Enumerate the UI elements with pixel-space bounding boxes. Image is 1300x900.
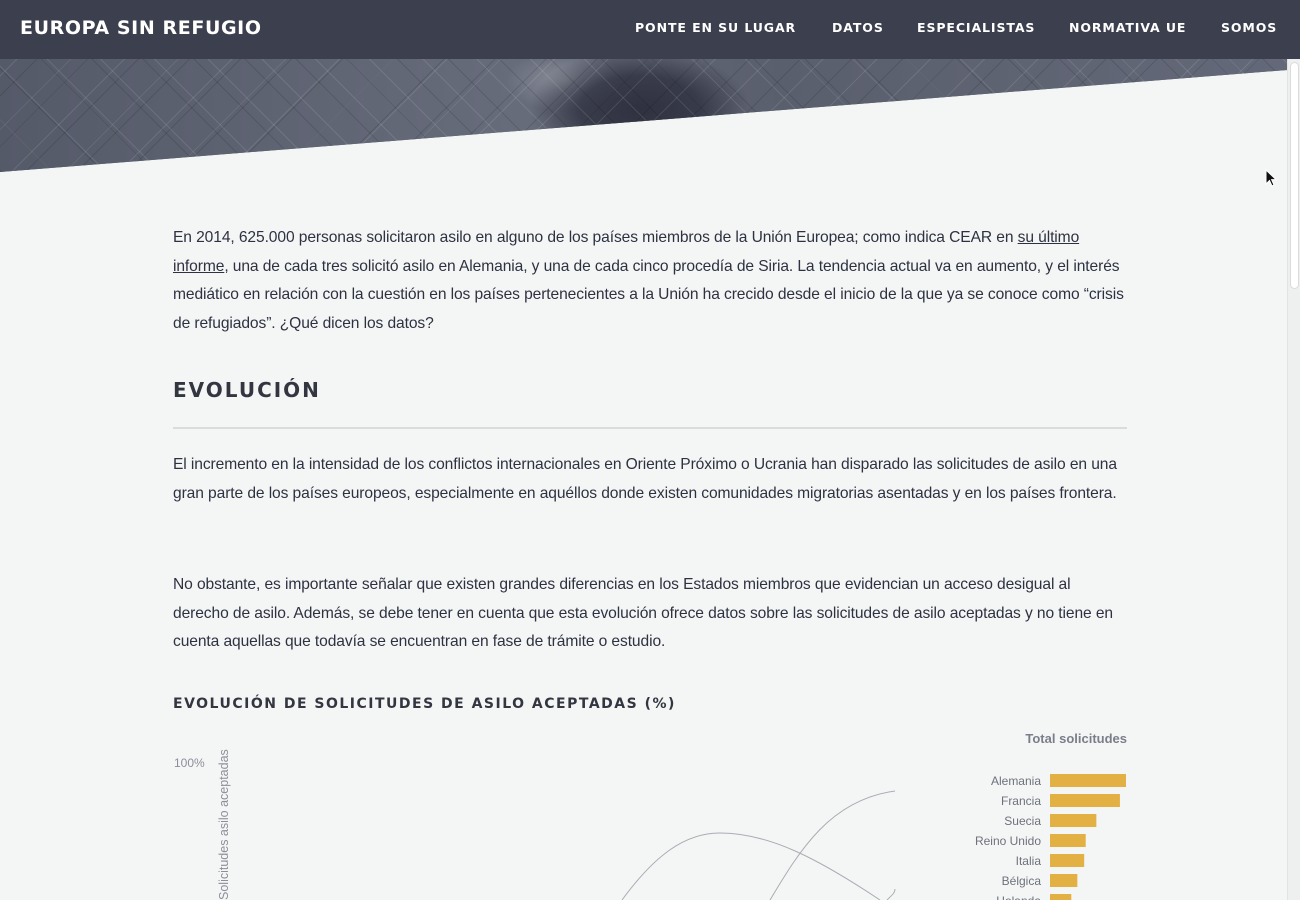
bar[interactable] [1050,894,1072,900]
bar[interactable] [1050,794,1120,807]
bar-label: Bélgica [1002,874,1042,888]
nav-somos[interactable]: SOMOS [1221,19,1277,37]
site-brand[interactable]: EUROPA SIN REFUGIO [20,15,262,41]
nav-especialistas[interactable]: ESPECIALISTAS [917,19,1035,37]
bar-label: Italia [1016,854,1042,868]
y-axis-label: Solicitudes asilo aceptadas [217,749,231,900]
bar[interactable] [1050,854,1085,867]
page-scrollbar[interactable] [1287,59,1300,900]
asylum-chart: 100% Solicitudes asilo aceptadas Alemani… [174,749,1126,900]
series-line-3[interactable] [886,888,896,900]
bar-label: Francia [1001,794,1041,808]
bar[interactable] [1050,814,1097,827]
bars-group: Alemania Francia Suecia Reino Unido Italia Bé… [975,774,1126,900]
scrollbar-thumb[interactable] [1291,63,1298,288]
series-line-1[interactable] [621,832,881,900]
series-line-2[interactable] [769,790,896,900]
top-navbar: EUROPA SIN REFUGIO PONTE EN SU LUGAR DAT… [0,0,1300,59]
y-tick-100: 100% [174,756,205,770]
nav-normativa-ue[interactable]: NORMATIVA UE [1069,19,1186,37]
bar-label: Alemania [991,774,1041,788]
bar[interactable] [1050,874,1078,887]
nav-datos[interactable]: DATOS [832,19,884,37]
bar-label: Holanda [996,894,1041,900]
bar-label: Reino Unido [975,834,1041,848]
bar-label: Suecia [1004,814,1041,828]
bar[interactable] [1050,834,1086,847]
bar[interactable] [1050,774,1126,787]
nav-ponte-en-su-lugar[interactable]: PONTE EN SU LUGAR [635,19,796,37]
mouse-cursor-icon [1265,169,1277,187]
